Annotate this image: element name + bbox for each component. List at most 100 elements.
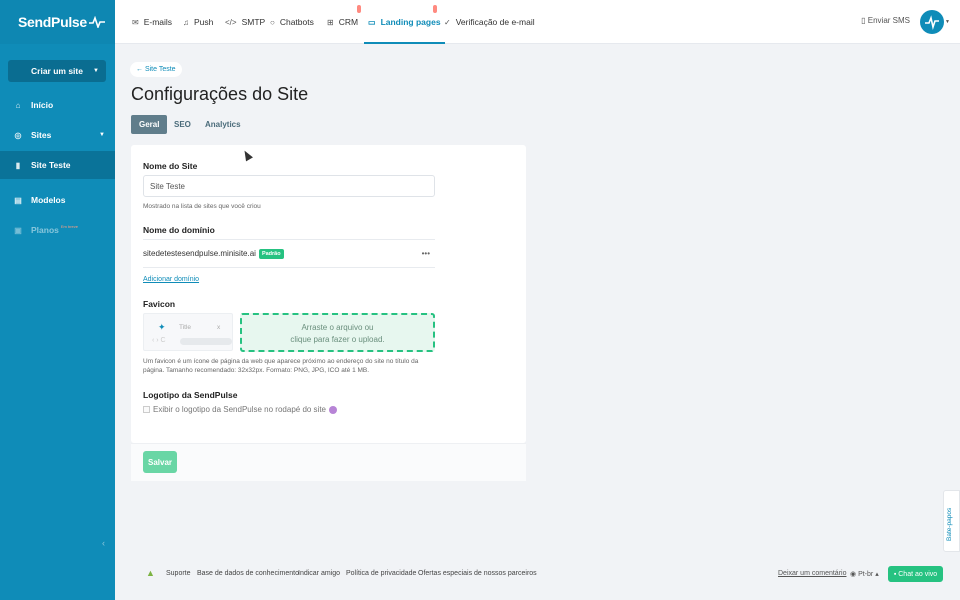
site-name-label: Nome do Site (143, 161, 198, 171)
chat-icon: ○ (270, 17, 275, 27)
sidebar-item-inicio[interactable]: ⌂ Início (0, 91, 115, 119)
sidebar-item-label: Sites (31, 130, 52, 140)
logo-checkbox-label: Exibir o logotipo da SendPulse no rodapé… (153, 405, 327, 414)
site-icon: ▮ (15, 160, 21, 170)
pulse-logo-icon (88, 16, 105, 28)
tab-emails[interactable]: ✉ E-mails (132, 0, 172, 44)
logo-checkbox[interactable] (143, 406, 150, 413)
favicon-label: Favicon (143, 299, 176, 309)
side-tab-label: Bate-papos (946, 507, 953, 541)
tab-crm[interactable]: ⊞ CRM (327, 0, 358, 44)
create-site-button[interactable]: Criar um site ▼ (8, 60, 106, 82)
tab-landing-pages[interactable]: ▭ Landing pages (364, 0, 445, 44)
globe-icon: ◎ (14, 130, 22, 140)
logo-text: SendPulse (18, 14, 87, 30)
avatar[interactable] (920, 10, 944, 34)
language-label: Pt-br (858, 571, 874, 578)
footer-link-knowledge-base[interactable]: Base de dados de conhecimento (197, 570, 299, 577)
logo-label: Logotipo da SendPulse (143, 390, 238, 400)
tab-geral[interactable]: Geral (131, 115, 168, 134)
domain-value: sitedetestesendpulse.minisite.ai (143, 249, 256, 258)
leave-comment-link[interactable]: Deixar um comentário (778, 570, 846, 577)
site-name-input[interactable]: Site Teste (143, 175, 435, 197)
tab-label: Chatbots (279, 17, 314, 27)
tab-label: Verificação de e-mail (455, 17, 535, 27)
favicon-dropzone[interactable]: Arraste o arquivo ou clique para fazer o… (240, 313, 435, 352)
premium-icon (329, 405, 338, 414)
address-bar (180, 338, 232, 345)
tab-label: CRM (338, 17, 359, 27)
sidebar-item-modelos[interactable]: ▤ Modelos (0, 186, 115, 214)
logo-checkbox-row[interactable]: Exibir o logotipo da SendPulse no rodapé… (143, 405, 338, 414)
home-icon: ⌂ (15, 100, 21, 110)
top-navigation: ✉ E-mails ♫ Push </> SMTP ○ Chatbots ⊞ C… (115, 0, 960, 44)
site-name-hint: Mostrado na lista de sites que você crio… (143, 203, 261, 210)
crm-icon: ⊞ (327, 17, 334, 27)
back-link[interactable]: ← Site Teste (130, 62, 182, 77)
save-button[interactable]: Salvar (143, 451, 177, 473)
domain-row: sitedetestesendpulse.minisite.ai Padrão … (143, 239, 435, 268)
dropzone-line-2: clique para fazer o upload. (290, 335, 385, 344)
dropzone-line-1: Arraste o arquivo ou (301, 323, 374, 332)
send-sms-link[interactable]: ▯ Enviar SMS (861, 16, 910, 25)
default-badge: Padrão (258, 248, 284, 259)
footer-link-partner-offers[interactable]: Ofertas especiais de nossos parceiros (418, 570, 537, 577)
sidebar-item-planos[interactable]: ▣ Planos Em breve (0, 216, 115, 244)
footer-link-suporte[interactable]: Suporte (166, 570, 191, 577)
tab-label: SMTP (241, 17, 266, 27)
favicon-preview: ✦ Title x ‹ › C (143, 313, 233, 351)
card-footer (131, 443, 526, 481)
sendpulse-logo[interactable]: SendPulse (0, 0, 115, 44)
tab-label: Push (194, 17, 214, 27)
create-site-label: Criar um site (31, 66, 83, 76)
active-tab-underline (364, 42, 445, 44)
preview-title: Title (179, 324, 192, 331)
live-chat-button[interactable]: ▪ Chat ao vivo (888, 566, 943, 582)
notification-dot (357, 5, 361, 13)
collapse-sidebar-icon[interactable]: ‹ (102, 538, 105, 548)
plans-icon: ▣ (14, 225, 22, 235)
template-icon: ▤ (14, 195, 22, 205)
globe-icon: ◉ (850, 571, 857, 578)
sms-label: Enviar SMS (867, 16, 910, 25)
favicon-hint: Um favicon é um ícone de página da web q… (143, 358, 419, 374)
landing-icon: ▭ (368, 17, 376, 27)
sidebar: SendPulse Criar um site ▼ ⌂ Início ◎ Sit… (0, 0, 115, 600)
phone-icon: ▯ (861, 16, 866, 25)
chevron-down-icon: ▼ (99, 132, 105, 138)
sidebar-item-label: Planos (31, 225, 59, 235)
chevron-up-icon: ▴ (875, 571, 879, 578)
bell-icon: ♫ (183, 17, 189, 27)
footer-link-refer-friend[interactable]: Indicar amigo (298, 570, 340, 577)
tab-chatbots[interactable]: ○ Chatbots (270, 0, 314, 44)
code-icon: </> (225, 17, 237, 27)
tab-analytics[interactable]: Analytics (197, 115, 249, 134)
add-domain-link[interactable]: Adicionar domínio (143, 276, 199, 283)
sidebar-item-label: Modelos (31, 195, 66, 205)
browser-nav-icon: ‹ › C (152, 337, 166, 344)
pulse-favicon-icon: ✦ (158, 322, 166, 332)
preview-close-icon: x (217, 324, 221, 331)
language-selector[interactable]: ◉ Pt-br ▴ (850, 570, 879, 578)
chats-side-tab[interactable]: Bate-papos (943, 490, 960, 552)
tab-seo[interactable]: SEO (166, 115, 199, 134)
tab-smtp[interactable]: </> SMTP (225, 0, 265, 44)
sidebar-item-site-teste[interactable]: ▮ Site Teste (0, 151, 115, 179)
chevron-down-icon[interactable]: ▼ (945, 19, 950, 25)
footer-link-privacy[interactable]: Política de privacidade (346, 570, 416, 577)
verify-icon: ✓ (444, 17, 451, 27)
tab-label: Landing pages (380, 17, 441, 27)
more-options-icon[interactable]: ••• (422, 249, 430, 258)
notification-dot (433, 5, 437, 13)
page-title: Configurações do Site (131, 84, 309, 104)
sidebar-item-label: Site Teste (31, 160, 71, 170)
sidebar-item-label: Início (31, 100, 54, 110)
tab-email-verification[interactable]: ✓ Verificação de e-mail (444, 0, 535, 44)
tab-label: E-mails (143, 17, 173, 27)
domain-label: Nome do domínio (143, 225, 215, 235)
chat-label: Chat ao vivo (898, 570, 938, 578)
pulse-avatar-icon (925, 15, 939, 30)
tab-push[interactable]: ♫ Push (183, 0, 213, 44)
android-icon[interactable]: ▲ (146, 568, 155, 578)
sidebar-item-sites[interactable]: ◎ Sites ▼ (0, 121, 115, 149)
